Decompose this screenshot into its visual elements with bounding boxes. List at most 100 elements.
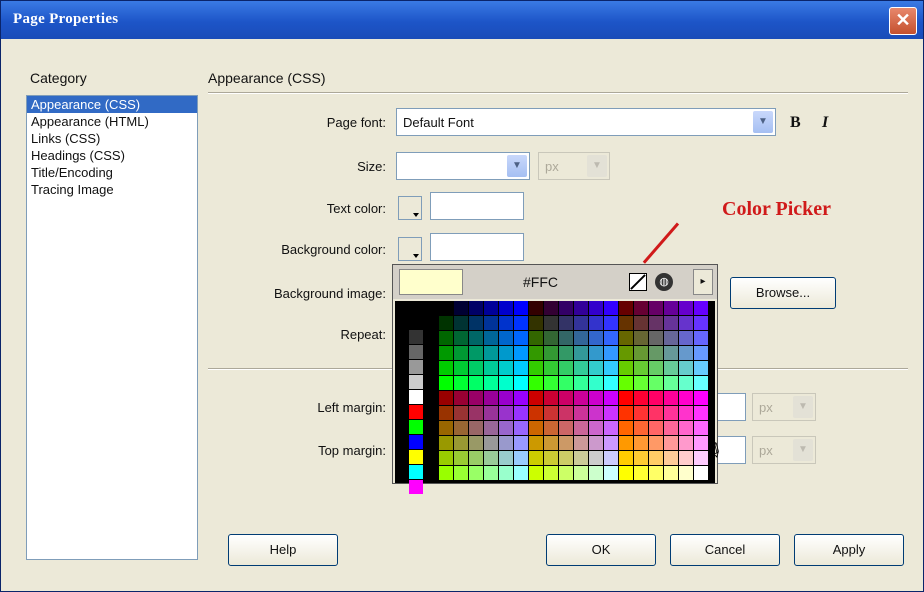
color-swatch[interactable] <box>454 436 468 450</box>
color-swatch[interactable] <box>619 376 633 390</box>
color-swatch[interactable] <box>454 361 468 375</box>
color-swatch[interactable] <box>559 406 573 420</box>
color-swatch[interactable] <box>469 316 483 330</box>
color-swatch[interactable] <box>499 466 513 480</box>
color-swatch[interactable] <box>529 361 543 375</box>
swatch-grid-area[interactable] <box>395 301 715 494</box>
color-swatch[interactable] <box>634 316 648 330</box>
color-swatch[interactable] <box>649 331 663 345</box>
color-swatch[interactable] <box>589 361 603 375</box>
color-swatch[interactable] <box>589 301 603 315</box>
color-swatch[interactable] <box>604 451 618 465</box>
color-swatch[interactable] <box>514 436 528 450</box>
color-swatch[interactable] <box>544 391 558 405</box>
color-swatch[interactable] <box>694 406 708 420</box>
color-swatch[interactable] <box>679 316 693 330</box>
color-swatch[interactable] <box>679 391 693 405</box>
page-font-select[interactable]: Default Font ▼ <box>396 108 776 136</box>
color-swatch[interactable] <box>619 391 633 405</box>
category-item[interactable]: Links (CSS) <box>27 130 197 147</box>
color-swatch[interactable] <box>694 346 708 360</box>
color-swatch[interactable] <box>454 391 468 405</box>
color-swatch[interactable] <box>574 406 588 420</box>
color-swatch[interactable] <box>619 406 633 420</box>
color-swatch[interactable] <box>559 301 573 315</box>
color-swatch[interactable] <box>439 421 453 435</box>
color-swatch[interactable] <box>439 301 453 315</box>
color-swatch[interactable] <box>544 316 558 330</box>
text-color-field[interactable] <box>430 192 524 220</box>
color-swatch[interactable] <box>679 406 693 420</box>
color-swatch[interactable] <box>484 346 498 360</box>
color-swatch[interactable] <box>574 301 588 315</box>
color-swatch[interactable] <box>574 376 588 390</box>
color-swatch[interactable] <box>499 301 513 315</box>
color-swatch[interactable] <box>589 406 603 420</box>
color-swatch[interactable] <box>514 466 528 480</box>
color-swatch[interactable] <box>484 466 498 480</box>
color-swatch[interactable] <box>694 316 708 330</box>
color-swatch[interactable] <box>484 421 498 435</box>
color-swatch[interactable] <box>604 346 618 360</box>
color-swatch[interactable] <box>634 346 648 360</box>
color-swatch[interactable] <box>634 421 648 435</box>
basic-color-swatch[interactable] <box>409 420 423 434</box>
color-swatch[interactable] <box>439 466 453 480</box>
color-swatch[interactable] <box>664 436 678 450</box>
color-swatch[interactable] <box>514 331 528 345</box>
color-swatch[interactable] <box>619 451 633 465</box>
bold-button[interactable]: B <box>790 114 801 132</box>
color-swatch[interactable] <box>529 301 543 315</box>
color-swatch[interactable] <box>574 331 588 345</box>
color-swatch[interactable] <box>589 346 603 360</box>
color-swatch[interactable] <box>439 451 453 465</box>
color-swatch[interactable] <box>574 391 588 405</box>
color-swatch[interactable] <box>544 361 558 375</box>
color-swatch[interactable] <box>529 421 543 435</box>
basic-color-swatch[interactable] <box>409 330 423 344</box>
left-margin-field[interactable] <box>716 393 746 421</box>
color-swatch[interactable] <box>454 376 468 390</box>
color-swatch[interactable] <box>619 316 633 330</box>
color-swatch[interactable] <box>559 466 573 480</box>
color-swatch[interactable] <box>604 331 618 345</box>
color-swatch[interactable] <box>484 301 498 315</box>
color-swatch[interactable] <box>604 361 618 375</box>
color-swatch[interactable] <box>604 316 618 330</box>
color-swatch[interactable] <box>484 376 498 390</box>
basic-color-swatch[interactable] <box>409 405 423 419</box>
color-swatch[interactable] <box>649 406 663 420</box>
color-swatch[interactable] <box>439 436 453 450</box>
color-swatch[interactable] <box>469 361 483 375</box>
color-swatch[interactable] <box>544 376 558 390</box>
color-swatch[interactable] <box>529 391 543 405</box>
color-swatch[interactable] <box>469 301 483 315</box>
apply-button[interactable]: Apply <box>794 534 904 566</box>
color-swatch[interactable] <box>634 361 648 375</box>
color-swatch[interactable] <box>499 391 513 405</box>
picker-menu-arrow[interactable]: ▸ <box>693 269 713 295</box>
color-swatch[interactable] <box>469 451 483 465</box>
color-swatch[interactable] <box>469 346 483 360</box>
browse-button[interactable]: Browse... <box>730 277 836 309</box>
color-swatch[interactable] <box>694 391 708 405</box>
color-swatch[interactable] <box>469 376 483 390</box>
color-swatch[interactable] <box>454 346 468 360</box>
color-swatch[interactable] <box>694 421 708 435</box>
color-swatch[interactable] <box>634 301 648 315</box>
category-item[interactable]: Title/Encoding <box>27 164 197 181</box>
color-swatch[interactable] <box>484 436 498 450</box>
color-swatch[interactable] <box>454 331 468 345</box>
color-swatch[interactable] <box>514 391 528 405</box>
color-swatch[interactable] <box>619 331 633 345</box>
color-swatch[interactable] <box>499 376 513 390</box>
color-swatch[interactable] <box>589 421 603 435</box>
text-color-swatch[interactable] <box>398 196 422 220</box>
basic-color-swatch[interactable] <box>409 375 423 389</box>
close-button[interactable]: ✕ <box>889 7 917 35</box>
color-swatch[interactable] <box>679 331 693 345</box>
color-swatch[interactable] <box>664 466 678 480</box>
color-swatch[interactable] <box>559 436 573 450</box>
color-swatch[interactable] <box>514 301 528 315</box>
color-swatch[interactable] <box>589 331 603 345</box>
